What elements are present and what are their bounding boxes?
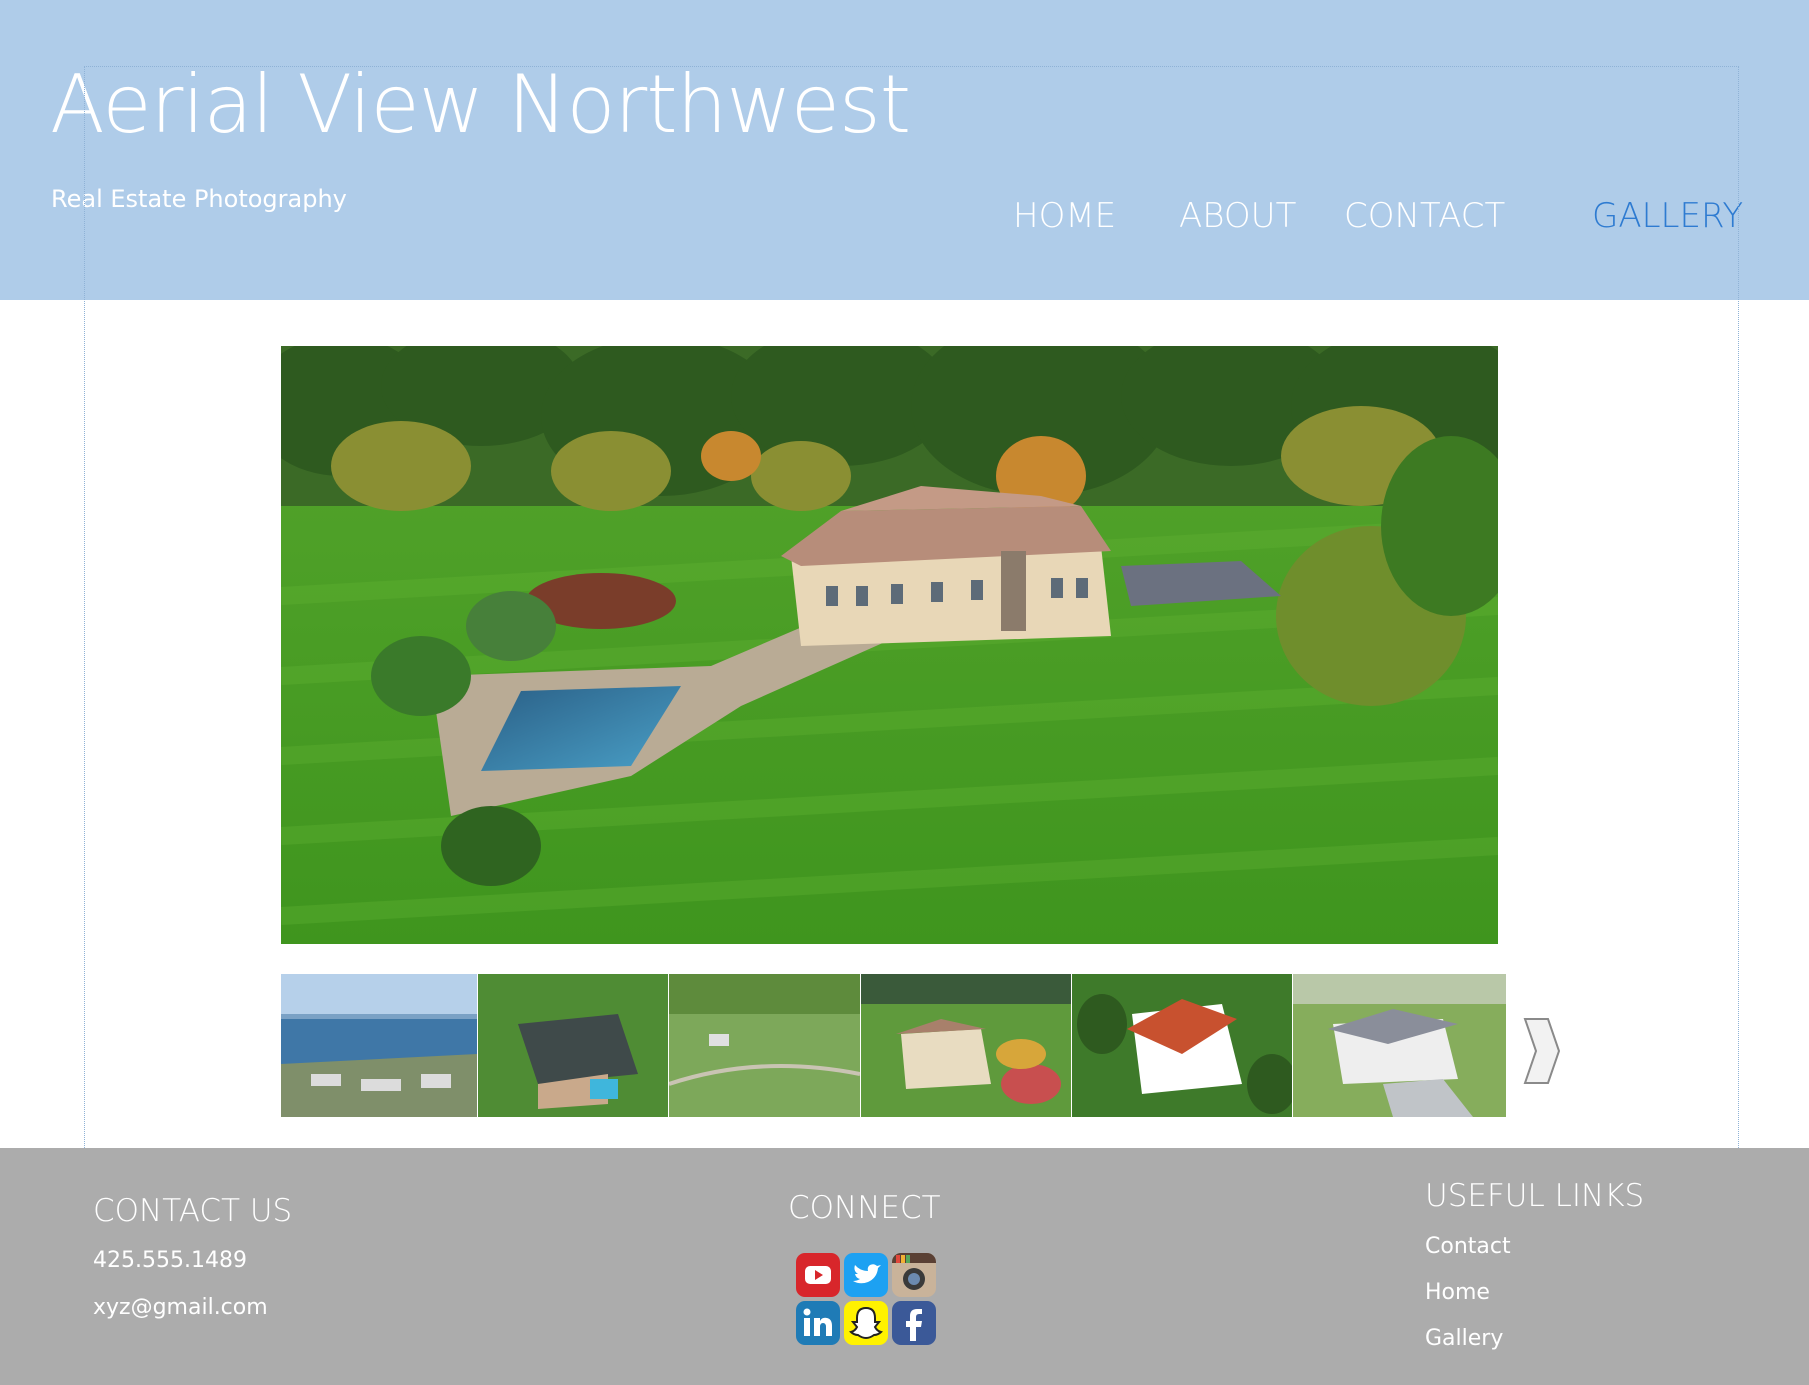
youtube-icon[interactable]	[796, 1253, 840, 1297]
next-arrow-icon[interactable]	[1522, 1016, 1562, 1086]
footer-link-home[interactable]: Home	[1425, 1280, 1490, 1305]
site-tagline: Real Estate Photography	[51, 185, 347, 213]
linkedin-icon[interactable]	[796, 1301, 840, 1345]
site-footer: CONTACT US 425.555.1489 xyz@gmail.com CO…	[0, 1148, 1809, 1385]
facebook-icon[interactable]	[892, 1301, 936, 1345]
gallery-thumbnail[interactable]	[861, 974, 1071, 1117]
contact-us-heading: CONTACT US	[93, 1193, 293, 1229]
footer-link-contact[interactable]: Contact	[1425, 1234, 1511, 1259]
gallery-thumbnail[interactable]	[669, 974, 860, 1117]
site-title[interactable]: Aerial View Northwest	[50, 58, 911, 151]
nav-contact[interactable]: CONTACT	[1344, 196, 1505, 236]
useful-links-heading: USEFUL LINKS	[1425, 1178, 1645, 1214]
nav-home[interactable]: HOME	[1013, 196, 1116, 236]
site-header: Aerial View Northwest Real Estate Photog…	[0, 0, 1809, 300]
footer-link-gallery[interactable]: Gallery	[1425, 1326, 1503, 1351]
instagram-icon[interactable]	[892, 1253, 936, 1297]
twitter-icon[interactable]	[844, 1253, 888, 1297]
connect-heading: CONNECT	[788, 1190, 941, 1226]
gallery-thumbnail[interactable]	[281, 974, 477, 1117]
gallery-thumbnail[interactable]	[478, 974, 668, 1117]
gallery-thumbnail[interactable]	[1293, 974, 1506, 1117]
nav-about[interactable]: ABOUT	[1179, 196, 1296, 236]
contact-phone: 425.555.1489	[93, 1248, 247, 1273]
contact-email[interactable]: xyz@gmail.com	[93, 1295, 268, 1320]
snapchat-icon[interactable]	[844, 1301, 888, 1345]
nav-gallery[interactable]: GALLERY	[1592, 196, 1743, 236]
main-gallery-image[interactable]	[281, 346, 1498, 944]
gallery-thumbnail[interactable]	[1072, 974, 1292, 1117]
